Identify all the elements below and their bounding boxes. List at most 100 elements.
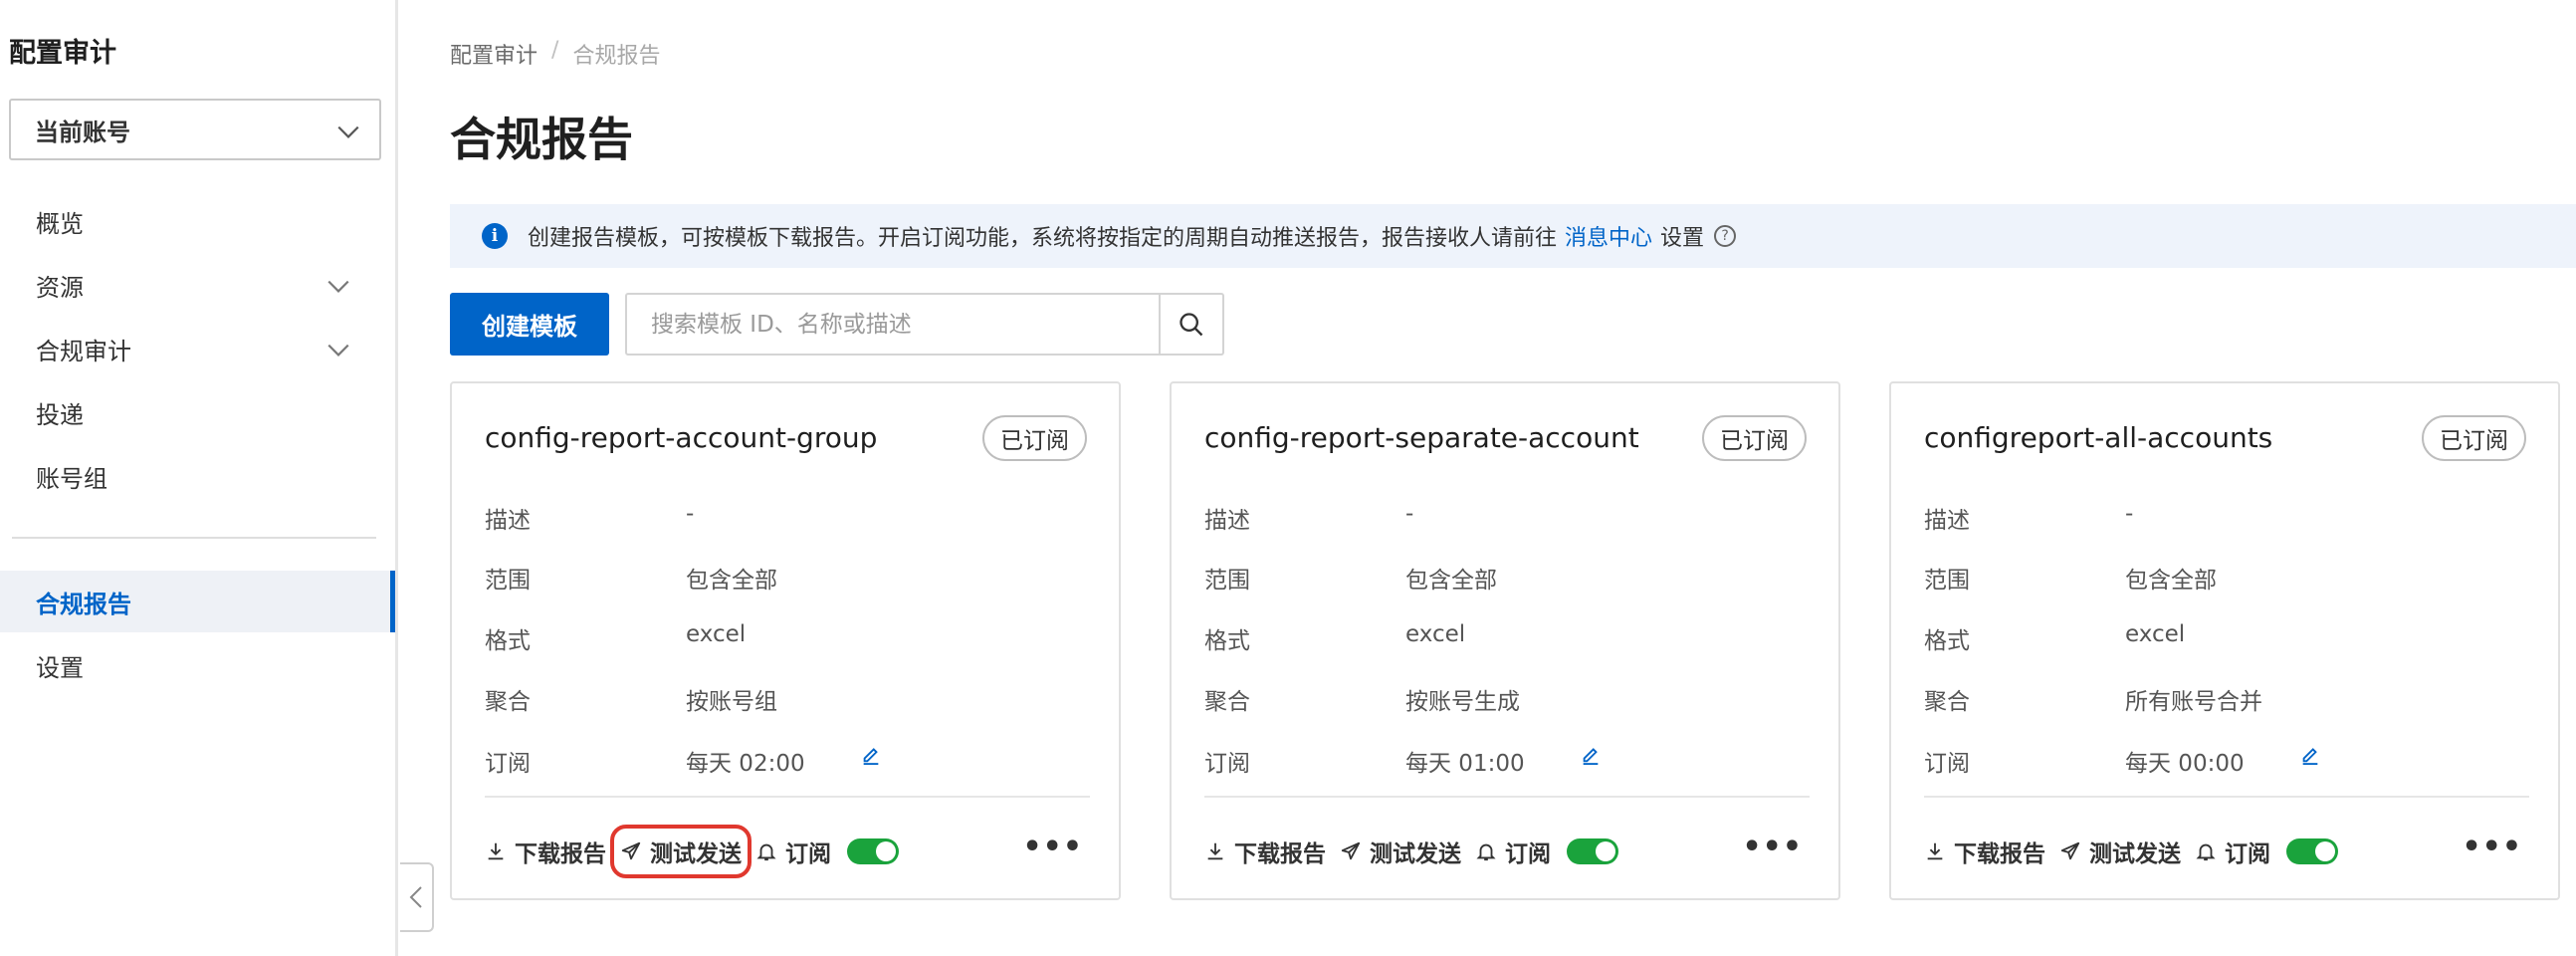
scope-value: 包含全部	[686, 568, 777, 594]
aggregate-value: 按账号生成	[1405, 689, 1520, 715]
account-select[interactable]: 当前账号	[9, 99, 381, 160]
card-actions: 下载报告 测试发送 订阅	[1924, 835, 2338, 868]
subscribe-schedule: 每天 02:00	[686, 751, 805, 777]
more-options-icon[interactable]: •••	[1742, 830, 1803, 864]
sidebar-item-label: 投递	[36, 400, 84, 429]
edit-icon[interactable]	[860, 743, 882, 765]
download-report-button[interactable]: 下载报告	[1924, 835, 2045, 868]
format-value: excel	[2125, 621, 2186, 647]
download-report-label: 下载报告	[1234, 841, 1326, 867]
bell-icon	[2196, 843, 2216, 861]
download-icon	[1207, 842, 1223, 860]
subscribe-toggle-label: 订阅	[1505, 841, 1551, 867]
breadcrumb: 配置审计 / 合规报告	[450, 38, 660, 70]
aggregate-value: 按账号组	[686, 689, 777, 715]
breadcrumb-separator: /	[551, 38, 559, 63]
desc-label: 描述	[485, 508, 531, 534]
card-title: configreport-all-accounts	[1924, 421, 2273, 454]
edit-icon[interactable]	[1580, 743, 1602, 765]
subscribe-control: 订阅	[755, 835, 899, 868]
test-send-label: 测试发送	[2089, 841, 2181, 867]
breadcrumb-current: 合规报告	[572, 44, 661, 69]
report-card: configreport-all-accounts 已订阅 描述 - 范围 包含…	[1889, 381, 2560, 900]
sidebar-item-label: 资源	[36, 273, 84, 302]
test-send-label: 测试发送	[650, 841, 742, 867]
bell-icon	[1476, 843, 1496, 861]
account-select-value: 当前账号	[35, 118, 130, 146]
download-icon	[488, 842, 504, 860]
sidebar-item-label: 合规审计	[36, 337, 131, 365]
subscribe-toggle[interactable]	[847, 838, 899, 864]
status-badge: 已订阅	[2422, 415, 2526, 461]
app-title: 配置审计	[9, 38, 116, 69]
test-send-button[interactable]: 测试发送	[610, 825, 751, 878]
subscribe-toggle[interactable]	[1567, 838, 1618, 864]
card-actions: 下载报告 测试发送 订阅	[485, 825, 899, 878]
status-badge: 已订阅	[982, 415, 1087, 461]
report-card: config-report-separate-account 已订阅 描述 - …	[1170, 381, 1840, 900]
format-label: 格式	[485, 628, 531, 654]
card-divider	[1204, 796, 1810, 798]
aggregate-label: 聚合	[485, 689, 531, 715]
download-report-button[interactable]: 下载报告	[1204, 835, 1326, 868]
subscribe-toggle-label: 订阅	[785, 841, 831, 867]
subscribe-toggle[interactable]	[2286, 838, 2338, 864]
send-icon	[621, 841, 641, 860]
test-send-button[interactable]: 测试发送	[2059, 835, 2181, 868]
subscribe-toggle-label: 订阅	[2225, 841, 2270, 867]
page-title: 合规报告	[450, 113, 633, 166]
search-button[interactable]	[1159, 295, 1222, 354]
desc-label: 描述	[1924, 508, 1970, 534]
chevron-down-icon	[327, 280, 349, 293]
subscribe-label: 订阅	[1204, 751, 1250, 777]
download-report-label: 下载报告	[515, 841, 606, 867]
scope-label: 范围	[1204, 568, 1250, 594]
sidebar-divider	[12, 537, 376, 539]
aggregate-value: 所有账号合并	[2125, 689, 2262, 715]
edit-icon[interactable]	[2299, 743, 2321, 765]
sidebar-item-compliance-audit[interactable]: 合规审计	[0, 318, 395, 379]
breadcrumb-root[interactable]: 配置审计	[450, 38, 537, 70]
sidebar-item-resources[interactable]: 资源	[0, 254, 395, 316]
sidebar-item-account-group[interactable]: 账号组	[0, 445, 395, 507]
sidebar-item-compliance-report[interactable]: 合规报告	[0, 571, 395, 632]
format-label: 格式	[1924, 628, 1970, 654]
download-report-label: 下载报告	[1954, 841, 2045, 867]
search-input[interactable]	[627, 295, 1159, 354]
subscribe-schedule: 每天 00:00	[2125, 751, 2245, 777]
send-icon	[2060, 841, 2080, 860]
more-options-icon[interactable]: •••	[2462, 830, 2522, 864]
sidebar: 配置审计 当前账号 概览 资源 合规审计 投递 账号组 合规报告 设置	[0, 0, 398, 956]
info-banner: i 创建报告模板，可按模板下载报告。开启订阅功能，系统将按指定的周期自动推送报告…	[450, 204, 2576, 268]
info-banner-text: 创建报告模板，可按模板下载报告。开启订阅功能，系统将按指定的周期自动推送报告，报…	[528, 226, 1558, 251]
download-report-button[interactable]: 下载报告	[485, 835, 606, 868]
search-icon	[1180, 312, 1203, 336]
sidebar-collapse-button[interactable]	[400, 862, 434, 932]
create-template-button[interactable]: 创建模板	[450, 293, 609, 356]
sidebar-item-delivery[interactable]: 投递	[0, 381, 395, 443]
chevron-left-icon	[409, 886, 422, 908]
test-send-button[interactable]: 测试发送	[1340, 835, 1461, 868]
desc-value: -	[1405, 501, 1414, 527]
sidebar-item-label: 概览	[36, 209, 84, 238]
bell-icon	[756, 843, 776, 861]
desc-label: 描述	[1204, 508, 1250, 534]
card-actions: 下载报告 测试发送 订阅	[1204, 835, 1618, 868]
subscribe-label: 订阅	[1924, 751, 1970, 777]
sidebar-item-settings[interactable]: 设置	[0, 634, 395, 696]
help-icon[interactable]: ?	[1714, 225, 1737, 247]
aggregate-label: 聚合	[1204, 689, 1250, 715]
card-title: config-report-account-group	[485, 421, 878, 454]
subscribe-schedule: 每天 01:00	[1405, 751, 1525, 777]
chevron-down-icon	[337, 125, 359, 138]
sidebar-item-overview[interactable]: 概览	[0, 190, 395, 252]
subscribe-label: 订阅	[485, 751, 531, 777]
sidebar-item-label: 账号组	[36, 464, 107, 493]
desc-value: -	[686, 501, 695, 527]
message-center-link[interactable]: 消息中心	[1565, 220, 1652, 252]
card-divider	[485, 796, 1090, 798]
send-icon	[1341, 841, 1361, 860]
more-options-icon[interactable]: •••	[1022, 830, 1083, 864]
sidebar-item-label: 合规报告	[36, 590, 131, 618]
sidebar-item-label: 设置	[36, 653, 84, 682]
